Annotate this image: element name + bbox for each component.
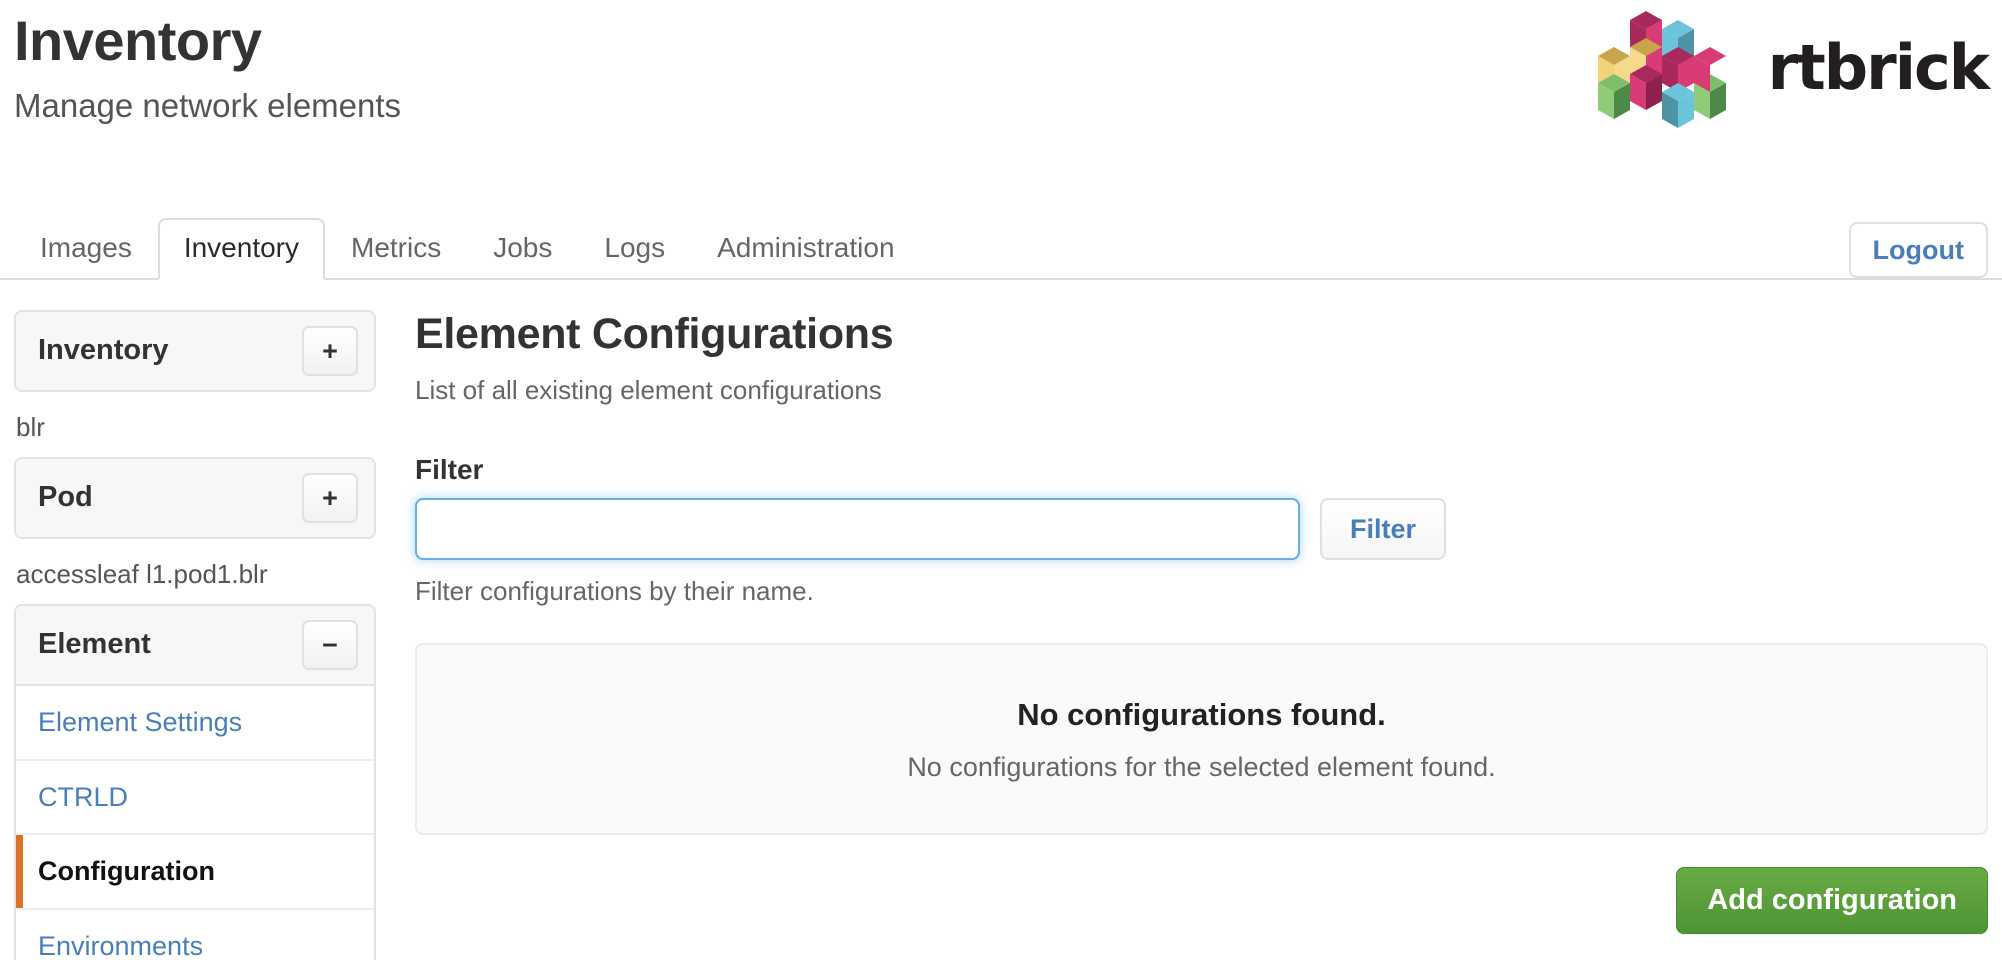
expand-inventory-button[interactable]: + [302, 326, 358, 376]
page-title: Inventory [14, 9, 262, 72]
filter-label: Filter [415, 453, 484, 485]
tab-images[interactable]: Images [14, 218, 158, 280]
brand-wordmark: rtbrick [1767, 31, 1990, 104]
expand-pod-button[interactable]: + [302, 473, 358, 524]
sidebar-panel-pod: Pod + [14, 457, 376, 540]
filter-row: Filter [415, 498, 1988, 561]
filter-input[interactable] [415, 498, 1300, 561]
empty-state-title: No configurations found. [1017, 696, 1386, 732]
brand-logo: rtbrick [1586, 6, 1990, 130]
filter-hint: Filter configurations by their name. [415, 576, 814, 607]
panel-title-inventory: Inventory [38, 334, 169, 367]
tab-list: Images Inventory Metrics Jobs Logs Admin… [14, 218, 921, 280]
content-actions: Add configuration [415, 867, 1988, 935]
element-menu-list: Element Settings CTRLD Configuration Env… [16, 686, 374, 960]
rtbrick-cubes-icon [1597, 11, 1726, 128]
tab-metrics[interactable]: Metrics [325, 218, 467, 280]
tab-logs[interactable]: Logs [578, 218, 691, 280]
panel-title-pod: Pod [38, 481, 93, 514]
collapse-element-button[interactable]: − [302, 620, 358, 671]
sidebar-item-element-settings[interactable]: Element Settings [16, 686, 374, 761]
page-header: Inventory Manage network elements rtbric… [0, 0, 2002, 180]
sidebar-item-environments[interactable]: Environments [16, 909, 374, 960]
sidebar-caption-blr: blr [16, 412, 45, 442]
panel-header-inventory: Inventory + [16, 312, 374, 390]
tab-administration[interactable]: Administration [691, 218, 920, 280]
panel-header-pod: Pod + [16, 459, 374, 538]
content-title: Element Configurations [415, 310, 894, 358]
sidebar: Inventory + blr Pod + accessleaf l1.pod1… [14, 310, 376, 960]
sidebar-caption-element: accessleaf l1.pod1.blr [16, 559, 268, 590]
empty-state-card: No configurations found. No configuratio… [415, 643, 1988, 836]
panel-header-element: Element − [16, 606, 374, 687]
filter-button[interactable]: Filter [1320, 498, 1447, 561]
filter-section: Filter Filter Filter configurations by t… [415, 453, 1988, 608]
page-subtitle: Manage network elements [14, 87, 402, 124]
sidebar-item-ctrld[interactable]: CTRLD [16, 760, 374, 836]
add-configuration-button[interactable]: Add configuration [1676, 867, 1988, 935]
empty-state-text: No configurations for the selected eleme… [907, 751, 1496, 782]
main-tabbar: Images Inventory Metrics Jobs Logs Admin… [0, 210, 2002, 280]
content-subtitle: List of all existing element configurati… [415, 375, 882, 406]
sidebar-panel-inventory: Inventory + [14, 310, 376, 392]
app-page: Inventory Manage network elements rtbric… [0, 0, 2002, 960]
tab-jobs[interactable]: Jobs [467, 218, 578, 280]
sidebar-panel-element: Element − Element Settings CTRLD Configu… [14, 604, 376, 960]
sidebar-item-configuration[interactable]: Configuration [16, 835, 374, 910]
panel-title-element: Element [38, 628, 151, 661]
tab-inventory[interactable]: Inventory [157, 218, 325, 280]
logout-button[interactable]: Logout [1848, 222, 1988, 279]
main-content: Element Configurations List of all exist… [415, 310, 1988, 935]
